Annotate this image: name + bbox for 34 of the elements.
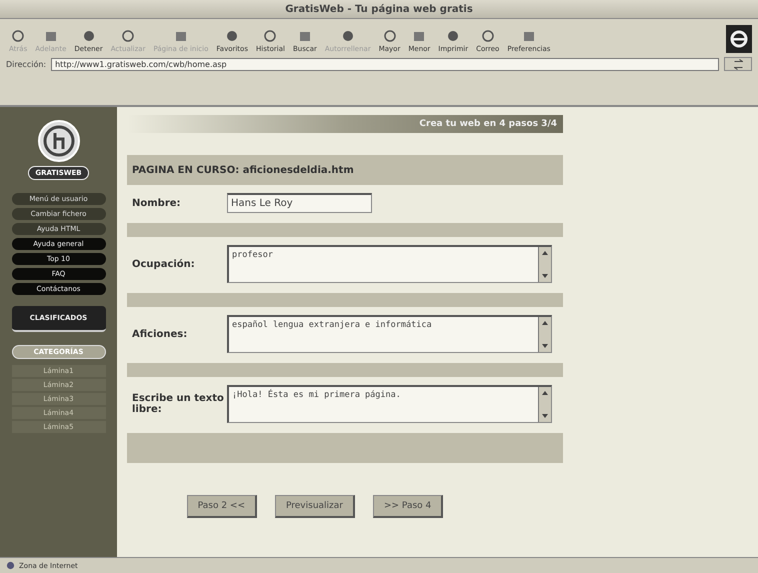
address-label: Dirección: <box>6 60 46 68</box>
toolbar-glyph-icon <box>298 29 312 43</box>
toolbar-glyph-icon <box>121 29 136 43</box>
toolbar-glyph-icon <box>263 29 278 43</box>
field-label: Ocupación: <box>132 258 196 270</box>
globe-icon <box>6 561 15 570</box>
go-button[interactable] <box>724 57 752 71</box>
toolbar-glyph-icon <box>174 29 188 43</box>
text-area[interactable]: español lengua extranjera e informática <box>227 315 552 353</box>
toolbar-glyph-icon <box>446 29 460 43</box>
toolbar-glyph-icon <box>382 29 397 43</box>
toolbar-glyph-icon <box>340 29 355 43</box>
arrows-icon <box>734 59 742 70</box>
toolbar-glyph-icon <box>480 29 495 43</box>
toolbar-glyph-icon <box>82 29 96 43</box>
field-label: Nombre: <box>132 198 182 208</box>
toolbar-glyph-icon <box>412 29 426 43</box>
form-button[interactable]: Paso 2 << <box>186 495 257 518</box>
toolbar-glyph-icon <box>225 29 240 43</box>
field-label: Aficiones: <box>132 328 188 340</box>
e-logo-icon <box>726 25 752 53</box>
name-field[interactable]: Hans Le Roy <box>227 193 372 213</box>
toolbar-glyph-icon <box>44 29 58 43</box>
window-title: GratisWeb - Tu página web gratis <box>0 0 758 19</box>
text-area[interactable]: profesor <box>227 245 552 283</box>
toolbar-glyph-icon <box>11 29 26 43</box>
text-area[interactable]: ¡Hola! Ésta es mi primera página. <box>227 385 552 423</box>
toolbar-glyph-icon <box>522 29 536 43</box>
form-button[interactable]: >> Paso 4 <box>372 495 444 518</box>
field-label: Escribe un texto libre: <box>132 393 225 415</box>
form-button[interactable]: Previsualizar <box>275 495 355 518</box>
address-field[interactable]: http://www1.gratisweb.com/cwb/home.asp <box>51 58 719 70</box>
page-heading: PAGINA EN CURSO: aficionesdeldia.htm <box>127 155 563 185</box>
logo-icon <box>36 119 80 163</box>
